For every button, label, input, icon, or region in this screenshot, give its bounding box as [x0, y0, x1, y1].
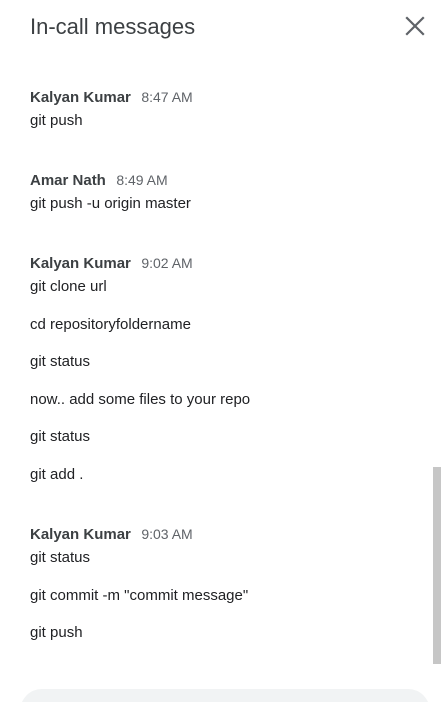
close-icon — [405, 16, 425, 36]
scrollbar-track[interactable] — [432, 56, 442, 666]
message-text: git push — [30, 112, 83, 129]
message-header: Amar Nath 8:49 AM — [30, 170, 420, 190]
message-header: Kalyan Kumar 9:03 AM — [30, 524, 420, 544]
message-text: now.. add some files to your repo — [30, 390, 251, 408]
message-header: Kalyan Kumar 8:47 AM — [30, 87, 420, 107]
message-time: 9:03 AM — [141, 526, 193, 542]
message-group: Kalyan Kumar 9:02 AM git clone url cd re… — [30, 253, 420, 485]
message-text: git status — [30, 549, 91, 566]
message-time: 8:47 AM — [141, 89, 193, 105]
message-text: git commit -m "commit message" — [30, 586, 249, 604]
sender-name: Kalyan Kumar — [30, 526, 131, 543]
message-text: git status — [30, 428, 91, 445]
sender-name: Kalyan Kumar — [30, 89, 131, 106]
scrollbar-thumb[interactable] — [433, 467, 441, 664]
message-group: Amar Nath 8:49 AM git push -u origin mas… — [30, 170, 420, 214]
message-list[interactable]: Kalyan Kumar 8:47 AM git push Amar Nath … — [0, 56, 432, 686]
panel-title: In-call messages — [30, 14, 196, 39]
panel-header: In-call messages — [0, 0, 442, 56]
message-time: 9:02 AM — [141, 255, 193, 271]
message-text: git push — [30, 624, 83, 641]
message-text: cd repositoryfoldername — [30, 315, 191, 333]
message-group: Kalyan Kumar 8:47 AM git push — [30, 87, 420, 131]
message-text: git add . — [30, 465, 84, 483]
message-group: Kalyan Kumar 9:03 AM git status git comm… — [30, 524, 420, 643]
message-text: git clone url — [30, 278, 107, 295]
sender-name: Kalyan Kumar — [30, 255, 131, 272]
close-button[interactable] — [399, 10, 431, 42]
sender-name: Amar Nath — [30, 172, 106, 189]
message-text: git status — [30, 353, 91, 370]
message-compose-field[interactable] — [20, 689, 430, 702]
message-text: git push -u origin master — [30, 195, 191, 212]
message-time: 8:49 AM — [116, 172, 168, 188]
in-call-messages-panel: In-call messages Kalyan Kumar 8:47 AM gi… — [0, 0, 442, 702]
message-header: Kalyan Kumar 9:02 AM — [30, 253, 420, 273]
